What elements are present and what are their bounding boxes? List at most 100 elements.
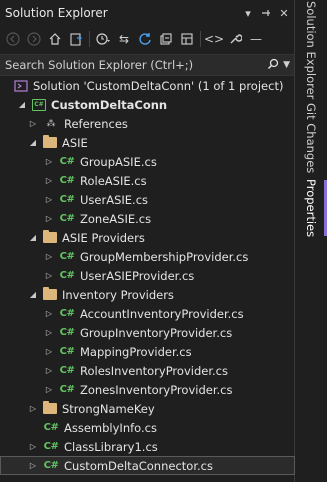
- csharp-file-icon: C#: [59, 327, 75, 338]
- csharp-file-icon: C#: [43, 460, 59, 471]
- switch-views-icon[interactable]: ⇆: [114, 29, 134, 49]
- folder-icon: [43, 230, 57, 243]
- tree-item-file[interactable]: ▷ C# GroupASIE.cs: [0, 152, 295, 171]
- tree-item-file-selected[interactable]: ▷ C# CustomDeltaConnector.cs: [0, 456, 295, 475]
- tab-git-changes[interactable]: Git Changes: [295, 103, 327, 173]
- chevron-right-icon[interactable]: ▷: [43, 384, 55, 396]
- csharp-file-icon: C#: [59, 384, 75, 395]
- search-options-icon[interactable]: ▼: [283, 60, 290, 70]
- csharp-project-icon: C#: [32, 98, 46, 111]
- tab-label: Solution Explorer: [304, 0, 318, 100]
- refresh-icon[interactable]: [135, 29, 155, 49]
- history-icon[interactable]: [93, 29, 113, 49]
- tree-item-file[interactable]: ▷ C# AccountInventoryProvider.cs: [0, 304, 295, 323]
- tree-item-project[interactable]: ◢ C# CustomDeltaConn: [0, 95, 295, 114]
- chevron-down-icon[interactable]: ◢: [27, 289, 39, 301]
- tree-item-file[interactable]: ▷ C# GroupInventoryProvider.cs: [0, 323, 295, 342]
- tree-item-file[interactable]: ▷ C# MappingProvider.cs: [0, 342, 295, 361]
- pin-icon[interactable]: [260, 6, 272, 20]
- chevron-down-icon[interactable]: ◢: [27, 232, 39, 244]
- tree-item-label: AssemblyInfo.cs: [64, 420, 157, 435]
- tree-item-label: UserASIE.cs: [80, 192, 149, 207]
- folder-icon: [43, 287, 57, 300]
- chevron-right-icon[interactable]: ▷: [43, 270, 55, 282]
- tree-item-folder-inventory-providers[interactable]: ◢ Inventory Providers: [0, 285, 295, 304]
- tab-label: Properties: [304, 178, 318, 238]
- tree-item-folder-asie[interactable]: ◢ ASIE: [0, 133, 295, 152]
- home-icon[interactable]: [45, 29, 65, 49]
- chevron-right-icon[interactable]: ▷: [43, 175, 55, 187]
- csharp-file-icon: C#: [59, 175, 75, 186]
- tree-item-label: StrongNameKey: [62, 401, 155, 416]
- chevron-right-icon[interactable]: ▷: [43, 308, 55, 320]
- tab-properties[interactable]: Properties: [295, 178, 327, 238]
- tree-item-references[interactable]: ▷ ⁂ References: [0, 114, 295, 133]
- tree-item-label: AccountInventoryProvider.cs: [80, 306, 244, 321]
- more-icon[interactable]: —: [246, 29, 266, 49]
- tree-item-file[interactable]: ▷ C# UserASIE.cs: [0, 190, 295, 209]
- csharp-file-icon: C#: [59, 213, 75, 224]
- tab-label: Git Changes: [304, 102, 318, 174]
- tree-item-label: ZoneASIE.cs: [80, 211, 152, 226]
- chevron-right-icon[interactable]: ▷: [43, 327, 55, 339]
- solution-tree: Solution 'CustomDeltaConn' (1 of 1 proje…: [0, 76, 295, 475]
- csharp-file-icon: C#: [59, 156, 75, 167]
- chevron-right-icon[interactable]: ▷: [43, 346, 55, 358]
- tree-item-solution[interactable]: Solution 'CustomDeltaConn' (1 of 1 proje…: [0, 76, 295, 95]
- csharp-file-icon: C#: [59, 270, 75, 281]
- tree-item-label: GroupASIE.cs: [80, 154, 157, 169]
- csharp-file-icon: C#: [59, 346, 75, 357]
- tree-item-file[interactable]: ▷ C# GroupMembershipProvider.cs: [0, 247, 295, 266]
- tree-item-file[interactable]: ▷ C# RoleASIE.cs: [0, 171, 295, 190]
- csharp-file-icon: C#: [59, 251, 75, 262]
- chevron-right-icon[interactable]: ▷: [43, 194, 55, 206]
- chevron-down-icon[interactable]: ◢: [16, 99, 28, 111]
- side-tab-strip: Solution Explorer Git Changes Properties: [295, 0, 327, 482]
- chevron-right-icon[interactable]: ▷: [43, 213, 55, 225]
- dropdown-icon[interactable]: ▾: [242, 6, 254, 20]
- properties-icon[interactable]: [225, 29, 245, 49]
- chevron-right-icon[interactable]: ▷: [27, 460, 39, 472]
- close-icon[interactable]: ✕: [278, 6, 290, 20]
- tree-item-label: CustomDeltaConn: [51, 97, 168, 112]
- tree-item-label: Solution 'CustomDeltaConn' (1 of 1 proje…: [33, 78, 284, 93]
- tree-item-label: ClassLibrary1.cs: [64, 439, 158, 454]
- tree-item-label: ASIE: [62, 135, 88, 150]
- search-icon[interactable]: [267, 58, 279, 73]
- forward-icon[interactable]: [24, 29, 44, 49]
- chevron-down-icon[interactable]: ◢: [27, 137, 39, 149]
- preview-icon[interactable]: <>: [204, 29, 224, 49]
- collapse-all-icon[interactable]: [156, 29, 176, 49]
- tab-solution-explorer[interactable]: Solution Explorer: [295, 0, 327, 100]
- tree-item-label: RoleASIE.cs: [80, 173, 147, 188]
- tree-item-file[interactable]: ▷ C# ZonesInventoryProvider.cs: [0, 380, 295, 399]
- back-icon[interactable]: [3, 29, 23, 49]
- tree-item-file[interactable]: C# AssemblyInfo.cs: [0, 418, 295, 437]
- show-all-files-icon[interactable]: [177, 29, 197, 49]
- chevron-right-icon[interactable]: ▷: [27, 118, 39, 130]
- chevron-right-icon[interactable]: ▷: [27, 441, 39, 453]
- csharp-file-icon: C#: [59, 308, 75, 319]
- csharp-file-icon: C#: [59, 365, 75, 376]
- tree-item-file[interactable]: ▷ C# ClassLibrary1.cs: [0, 437, 295, 456]
- chevron-right-icon[interactable]: ▷: [43, 365, 55, 377]
- tree-item-folder-strongnamekey[interactable]: ▷ StrongNameKey: [0, 399, 295, 418]
- tree-item-label: ZonesInventoryProvider.cs: [80, 382, 233, 397]
- tree-item-file[interactable]: ▷ C# UserASIEProvider.cs: [0, 266, 295, 285]
- tree-item-label: CustomDeltaConnector.cs: [64, 458, 213, 473]
- tree-item-file[interactable]: ▷ C# RolesInventoryProvider.cs: [0, 361, 295, 380]
- solution-icon: [14, 79, 28, 92]
- tree-item-label: References: [64, 116, 128, 131]
- csharp-file-icon: C#: [59, 194, 75, 205]
- sync-active-doc-icon[interactable]: [66, 29, 86, 49]
- chevron-right-icon[interactable]: ▷: [43, 156, 55, 168]
- csharp-file-icon: C#: [43, 422, 59, 433]
- tree-item-label: MappingProvider.cs: [80, 344, 192, 359]
- search-input[interactable]: [5, 58, 268, 72]
- tree-item-file[interactable]: ▷ C# ZoneASIE.cs: [0, 209, 295, 228]
- tree-item-folder-asie-providers[interactable]: ◢ ASIE Providers: [0, 228, 295, 247]
- chevron-right-icon[interactable]: ▷: [27, 403, 39, 415]
- references-icon: ⁂: [46, 118, 56, 129]
- folder-icon: [43, 135, 57, 148]
- chevron-right-icon[interactable]: ▷: [43, 251, 55, 263]
